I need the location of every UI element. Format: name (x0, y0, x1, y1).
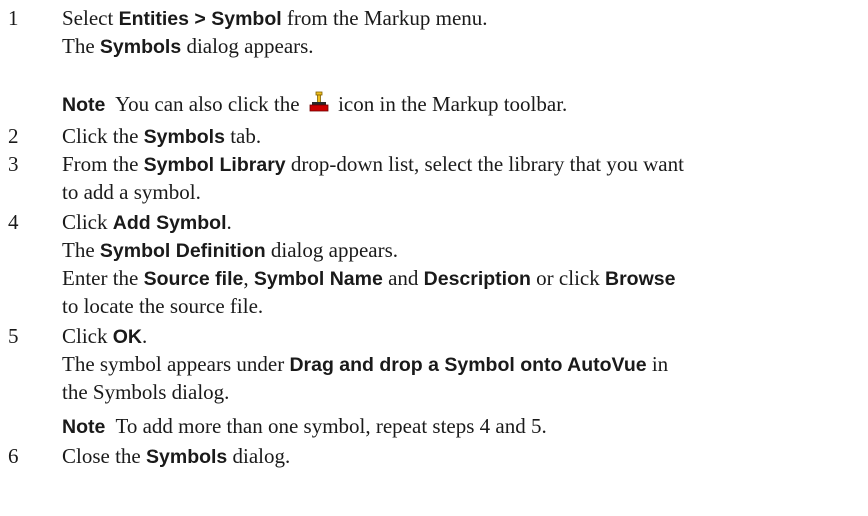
step-1-note: Note You can also click the icon in the … (62, 91, 568, 116)
step-4-line-1: Click Add Symbol. (62, 210, 232, 234)
step-number: 1 (8, 6, 19, 30)
step-1-line-1: Select Entities > Symbol from the Markup… (62, 6, 488, 30)
step-5-note: Note To add more than one symbol, repeat… (62, 414, 547, 438)
stamp-icon (309, 91, 329, 113)
step-5-line-2: The symbol appears under Drag and drop a… (62, 352, 669, 376)
step-3-line-2: to add a symbol. (62, 180, 201, 204)
step-number: 3 (8, 152, 19, 176)
step-6-line-1: Close the Symbols dialog. (62, 444, 291, 468)
step-1-line-2: The Symbols dialog appears. (62, 34, 314, 58)
step-4-line-4: to locate the source file. (62, 294, 264, 318)
step-4-line-2: The Symbol Definition dialog appears. (62, 238, 399, 262)
step-5-line-1: Click OK. (62, 324, 148, 348)
procedure-steps: 1 Select Entities > Symbol from the Mark… (0, 0, 868, 516)
step-5-line-3: the Symbols dialog. (62, 380, 230, 404)
step-number: 2 (8, 124, 19, 148)
step-3-line-1: From the Symbol Library drop-down list, … (62, 152, 684, 176)
step-2-line-1: Click the Symbols tab. (62, 124, 262, 148)
step-number: 5 (8, 324, 19, 348)
step-number: 6 (8, 444, 19, 468)
note-label: Note (62, 416, 106, 438)
step-number: 4 (8, 210, 19, 234)
note-label: Note (62, 94, 106, 116)
step-4-line-3: Enter the Source file, Symbol Name and D… (62, 266, 676, 290)
menu-path: Entities > Symbol (118, 8, 282, 30)
